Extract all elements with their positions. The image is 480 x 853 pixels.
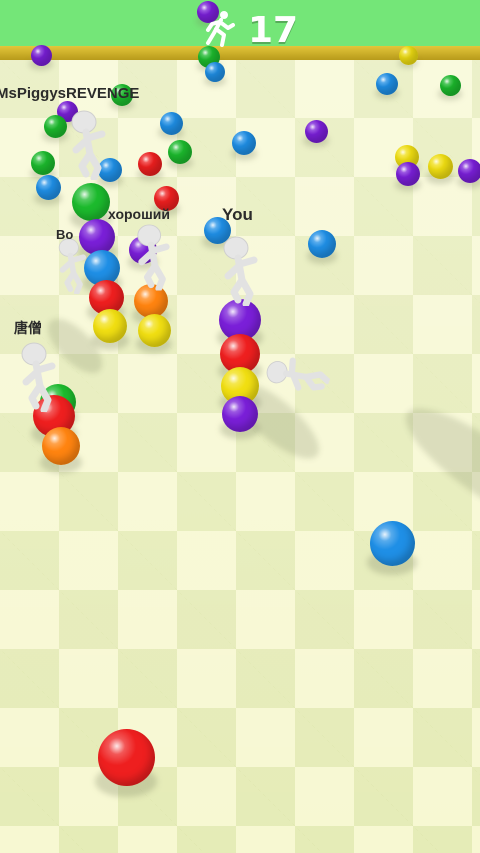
purple-ball (304, 119, 328, 143)
green-ball (439, 74, 461, 96)
purple-ball (30, 44, 52, 66)
yellow-ball (427, 153, 453, 179)
game-scene[interactable]: MsPiggysREVENGE хороший Bo 唐僧 You 17 (0, 0, 480, 853)
runner-tangseng (18, 342, 62, 417)
blue-ball (159, 111, 183, 135)
running-person-icon (200, 9, 238, 52)
blue-ball (308, 230, 336, 258)
runner-mspiggys (68, 110, 112, 185)
orange-ball (42, 427, 80, 465)
green-ball (43, 114, 67, 138)
runner-bon (56, 238, 91, 298)
player-tag-khoroshiy: хороший (108, 206, 170, 222)
blue-ball (205, 62, 225, 82)
red-ball (97, 728, 155, 786)
runner-you (220, 236, 264, 311)
purple-ball (396, 162, 420, 186)
player-tag-mspiggys: MsPiggysREVENGE (0, 85, 140, 102)
green-ball (31, 151, 55, 175)
blue-ball (376, 73, 398, 95)
player-tag-tangseng: 唐僧 (14, 320, 42, 336)
red-ball (138, 152, 162, 176)
player-tag-you: You (222, 205, 253, 224)
blue-ball (35, 174, 61, 200)
players-remaining-count: 17 (248, 9, 299, 51)
purple-ball (458, 159, 480, 183)
yellow-ball (93, 309, 127, 343)
runner-khoroshiy (134, 224, 176, 295)
green-ball (72, 183, 110, 221)
players-remaining-counter: 17 (200, 9, 299, 52)
player-tag-bon: Bo (56, 227, 74, 242)
blue-ball (369, 520, 415, 566)
blue-ball (232, 131, 256, 155)
yellow-ball (398, 45, 418, 65)
green-ball (168, 140, 192, 164)
yellow-ball (137, 313, 171, 347)
purple-ball (222, 396, 258, 432)
